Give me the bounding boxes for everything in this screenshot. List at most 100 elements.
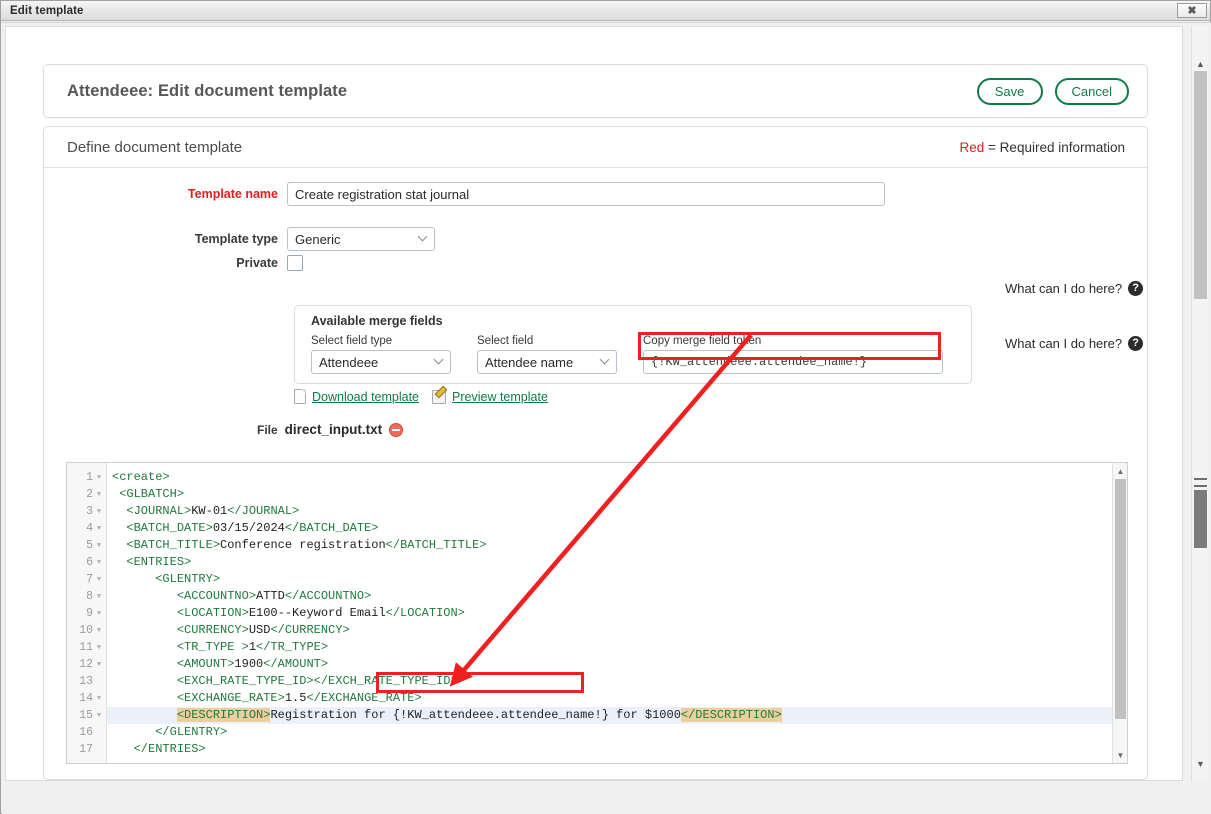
preview-template-link[interactable]: Preview template: [432, 389, 548, 404]
editor-code-line[interactable]: <LOCATION>E100--Keyword Email</LOCATION>: [107, 605, 1112, 622]
editor-scroll-up-icon[interactable]: ▲: [1113, 464, 1127, 478]
close-icon[interactable]: ✖: [1177, 3, 1207, 18]
define-template-card: Define document template Red = Required …: [43, 126, 1148, 780]
template-name-input[interactable]: [287, 182, 885, 206]
editor-code-line[interactable]: <ENTRIES>: [107, 554, 1112, 571]
fold-arrow-icon[interactable]: ▼: [96, 576, 102, 584]
editor-code-line[interactable]: <GLENTRY>: [107, 571, 1112, 588]
template-name-row: Template name: [44, 182, 889, 206]
remove-file-icon[interactable]: [389, 422, 404, 437]
page-background: Attendeee: Edit document template Save C…: [2, 22, 1211, 814]
fold-arrow-icon[interactable]: ▼: [96, 627, 102, 635]
merge-token-input[interactable]: {!KW_attendeee.attendee_name!}: [643, 350, 943, 374]
header-actions: Save Cancel: [976, 77, 1147, 105]
scroll-grip-line: [1194, 478, 1207, 480]
private-checkbox[interactable]: [287, 255, 303, 271]
editor-code-line[interactable]: <AMOUNT>1900</AMOUNT>: [107, 656, 1112, 673]
required-note-red-word: Red: [959, 139, 985, 155]
template-type-label: Template type: [194, 232, 278, 246]
fold-arrow-icon[interactable]: ▼: [96, 525, 102, 533]
page-title: Attendeee: Edit document template: [67, 81, 348, 100]
question-mark-icon: ?: [1128, 281, 1144, 296]
editor-code-line[interactable]: <CURRENCY>USD</CURRENCY>: [107, 622, 1112, 639]
merge-panel-title: Available merge fields: [311, 314, 443, 328]
editor-code-line[interactable]: <ACCOUNTNO>ATTD</ACCOUNTNO>: [107, 588, 1112, 605]
template-type-select[interactable]: Generic: [287, 227, 435, 251]
editor-code-line[interactable]: <EXCHANGE_RATE>1.5</EXCHANGE_RATE>: [107, 690, 1112, 707]
template-name-label: Template name: [187, 187, 278, 201]
fold-arrow-icon[interactable]: ▼: [96, 559, 102, 567]
scroll-up-icon[interactable]: ▲: [1192, 56, 1209, 71]
editor-scrollbar[interactable]: ▲ ▼: [1112, 463, 1127, 763]
chevron-down-icon: [417, 231, 428, 242]
scroll-down-icon[interactable]: ▼: [1192, 756, 1209, 771]
fold-arrow-icon[interactable]: ▼: [96, 610, 102, 618]
section-title: Define document template: [67, 138, 243, 156]
editor-line-number: 10 ▼: [79, 624, 102, 637]
select-field-dropdown[interactable]: Attendee name: [477, 350, 617, 374]
help-link-2-label: What can I do here?: [1005, 336, 1123, 351]
chevron-down-icon: [433, 354, 444, 365]
fold-arrow-icon[interactable]: ▼: [96, 661, 102, 669]
fold-arrow-icon[interactable]: ▼: [96, 593, 102, 601]
editor-code-line[interactable]: <TR_TYPE >1</TR_TYPE>: [107, 639, 1112, 656]
fold-arrow-icon[interactable]: ▼: [96, 712, 102, 720]
help-link-2[interactable]: What can I do here? ?: [1005, 336, 1144, 351]
fold-arrow-icon[interactable]: ▼: [96, 644, 102, 652]
select-field-group: Select field Attendee name: [477, 335, 617, 374]
editor-code-line[interactable]: <JOURNAL>KW-01</JOURNAL>: [107, 503, 1112, 520]
file-name: direct_input.txt: [284, 422, 383, 437]
editor-scroll-thumb[interactable]: [1115, 479, 1126, 719]
editor-line-number: 1 ▼: [86, 471, 102, 484]
editor-gutter: 1 ▼ 2 ▼ 3 ▼ 4 ▼ 5 ▼ 6 ▼ 7 ▼ 8 ▼ 9 ▼ 10 ▼ 11 ▼ 12 ▼ 13 14 ▼ 15 ▼ 16 17: [67, 463, 107, 763]
fold-arrow-icon[interactable]: ▼: [96, 508, 102, 516]
edit-template-window: Edit template ✖ Attendeee: Edit document…: [0, 0, 1211, 814]
available-merge-fields-panel: Available merge fields Select field type…: [294, 305, 972, 384]
editor-code-line[interactable]: </ENTRIES>: [107, 741, 1112, 758]
editor-code-line[interactable]: <BATCH_TITLE>Conference registration</BA…: [107, 537, 1112, 554]
help-link-1[interactable]: What can I do here? ?: [1005, 281, 1144, 296]
editor-code-line[interactable]: <create>: [107, 469, 1112, 486]
required-information-note: Red = Required information: [960, 140, 1147, 155]
window-title: Edit template: [10, 4, 84, 17]
editor-line-number: 6 ▼: [86, 556, 102, 569]
editor-code-line[interactable]: </GLENTRY>: [107, 724, 1112, 741]
select-field-label: Select field: [477, 335, 534, 347]
page-scrollbar[interactable]: ▲ ▼: [1191, 26, 1208, 781]
select-field-type-dropdown[interactable]: Attendeee: [311, 350, 451, 374]
editor-line-number: 16: [79, 726, 93, 739]
editor-line-number: 13: [79, 675, 93, 688]
inner-scroll-thumb[interactable]: [1194, 490, 1207, 548]
scroll-thumb[interactable]: [1194, 71, 1207, 299]
editor-code-line[interactable]: <EXCH_RATE_TYPE_ID></EXCH_RATE_TYPE_ID>: [107, 673, 1112, 690]
section-header: Define document template Red = Required …: [44, 127, 1147, 168]
fold-arrow-icon[interactable]: ▼: [96, 474, 102, 482]
fold-arrow-icon[interactable]: ▼: [96, 695, 102, 703]
editor-code-line[interactable]: <DESCRIPTION>Registration for {!KW_atten…: [107, 707, 1112, 724]
editor-scroll-down-icon[interactable]: ▼: [1113, 748, 1127, 762]
select-field-type-value: Attendeee: [319, 354, 379, 370]
template-links: Download template Preview template: [294, 389, 548, 404]
editor-line-number: 11 ▼: [79, 641, 102, 654]
fold-arrow-icon[interactable]: ▼: [96, 491, 102, 499]
editor-line-number: 5 ▼: [86, 539, 102, 552]
select-field-type-label: Select field type: [311, 335, 393, 347]
cancel-button[interactable]: Cancel: [1054, 77, 1129, 105]
select-field-value: Attendee name: [485, 354, 574, 370]
help-link-1-label: What can I do here?: [1005, 281, 1123, 296]
editor-line-number: 9 ▼: [86, 607, 102, 620]
editor-code-line[interactable]: <BATCH_DATE>03/15/2024</BATCH_DATE>: [107, 520, 1112, 537]
download-template-link[interactable]: Download template: [294, 389, 419, 404]
save-button[interactable]: Save: [976, 77, 1043, 105]
required-note-rest: = Required information: [984, 139, 1125, 155]
window-titlebar: Edit template ✖: [1, 1, 1210, 21]
fold-arrow-icon[interactable]: ▼: [96, 542, 102, 550]
code-editor[interactable]: 1 ▼ 2 ▼ 3 ▼ 4 ▼ 5 ▼ 6 ▼ 7 ▼ 8 ▼ 9 ▼ 10 ▼ 11 ▼ 12 ▼ 13 14 ▼ 15 ▼ 16 17 …: [66, 462, 1128, 764]
content-pane: Attendeee: Edit document template Save C…: [5, 26, 1183, 781]
editor-code-area[interactable]: <create> <GLBATCH> <JOURNAL>KW-01</JOURN…: [107, 463, 1112, 763]
pencil-edit-icon: [432, 389, 447, 404]
editor-line-number: 2 ▼: [86, 488, 102, 501]
editor-line-number: 15 ▼: [79, 709, 102, 722]
file-label: File: [257, 422, 278, 437]
editor-code-line[interactable]: <GLBATCH>: [107, 486, 1112, 503]
